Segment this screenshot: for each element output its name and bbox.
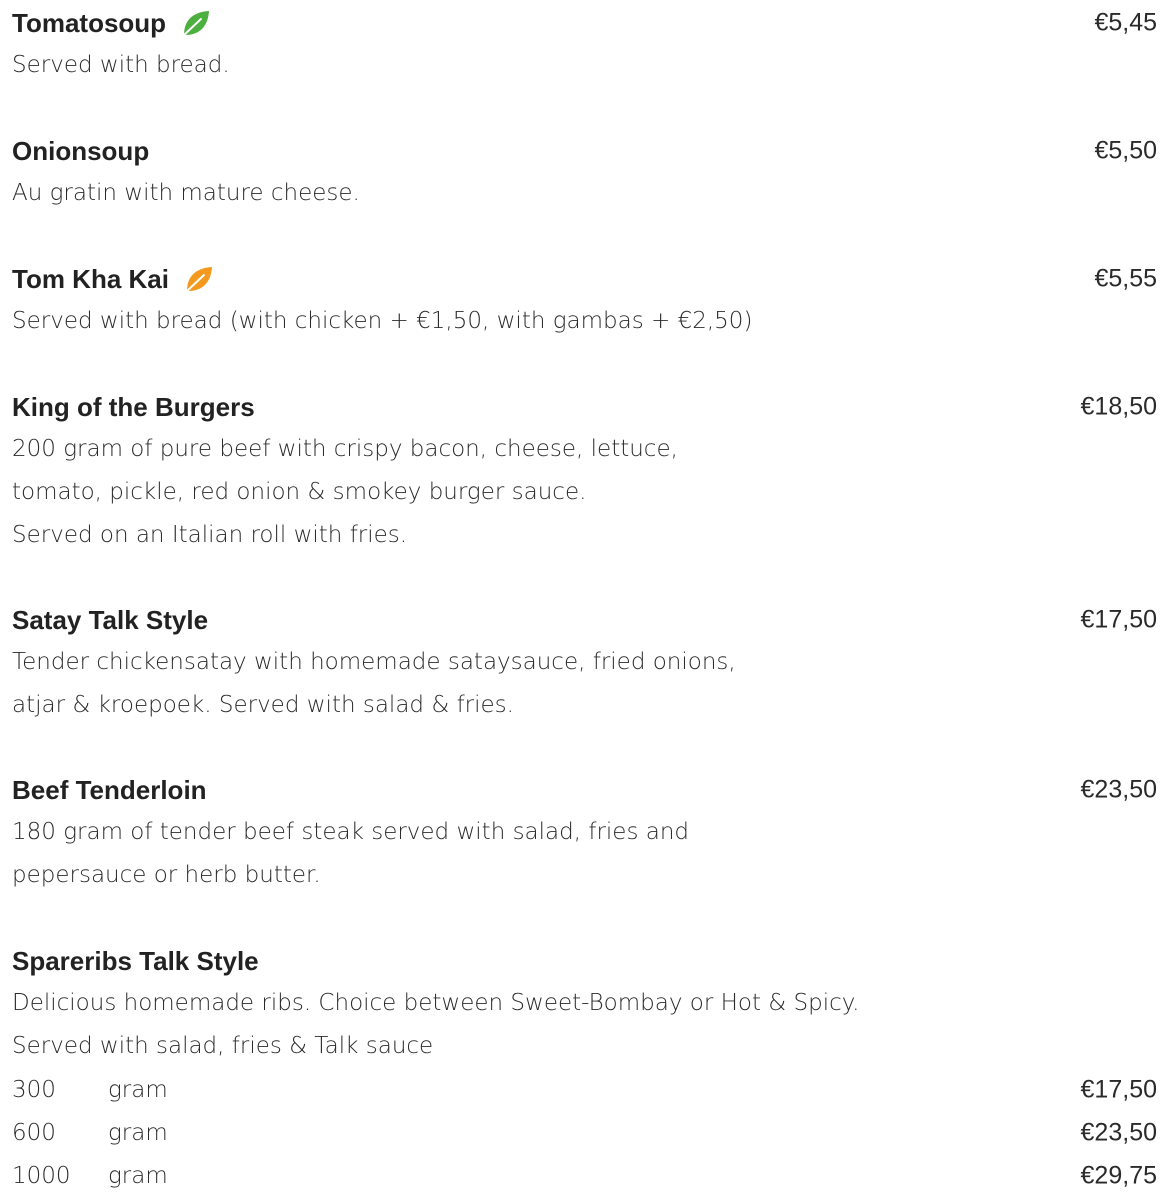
menu-item-description-line: Served on an Italian roll with fries. [12,522,408,548]
menu-item-title: King of the Burgers [12,391,255,422]
menu-item-header: Spareribs Talk Style [12,939,1157,982]
portion-option: 1000 gram €29,75 [12,1154,1157,1197]
spicy-leaf-icon [183,263,215,295]
menu-item-king-of-the-burgers: King of the Burgers €18,50 200 gram of p… [12,385,1157,557]
portion-option: 600 gram €23,50 [12,1111,1157,1154]
portion-amount: 300 [12,1076,56,1103]
menu-item-description-line: Tender chickensatay with homemade satays… [12,649,736,675]
menu-item-description-line: 200 gram of pure beef with crispy bacon,… [12,436,678,462]
menu-item-header: King of the Burgers €18,50 [12,385,1157,428]
menu-item-tom-kha-kai: Tom Kha Kai €5,55 Served with bread (wit… [12,257,1157,343]
menu-item-price: €5,55 [1094,264,1157,292]
portion-unit: gram [108,1076,168,1103]
menu-item-header: Tomatosoup €5,45 [12,1,1157,44]
portion-price: €29,75 [1080,1161,1157,1189]
menu-item-price: €5,45 [1094,8,1157,36]
menu-item-title: Tom Kha Kai [12,263,169,294]
menu-item-tomatosoup: Tomatosoup €5,45 Served with bread. [12,1,1157,87]
menu-item-description-line: 180 gram of tender beef steak served wit… [12,819,690,845]
menu-item-title: Beef Tenderloin [12,774,207,805]
menu-item-price: €17,50 [1080,605,1157,633]
menu-item-description: Served with bread. [12,52,230,78]
menu-item-description-line: Delicious homemade ribs. Choice between … [12,990,860,1016]
portion-price: €23,50 [1080,1118,1157,1146]
menu-item-title: Tomatosoup [12,7,167,38]
menu-item-price: €23,50 [1080,775,1157,803]
menu-item-header: Onionsoup €5,50 [12,129,1157,172]
portion-amount: 600 [12,1119,56,1146]
menu-item-title: Onionsoup [12,135,150,166]
vegetarian-leaf-icon [180,7,212,39]
portion-unit: gram [108,1119,168,1146]
menu-item-description: Served with bread (with chicken + €1,50,… [12,308,753,334]
menu-item-description-line: tomato, pickle, red onion & smokey burge… [12,479,587,505]
portion-options: 300 gram €17,50 600 gram €23,50 1000 gra… [12,1068,1157,1197]
menu-item-spareribs-talk-style: Spareribs Talk Style Delicious homemade … [12,939,1157,1197]
portion-unit: gram [108,1162,168,1189]
menu-item-description-line: Served with salad, fries & Talk sauce [12,1033,434,1059]
portion-option: 300 gram €17,50 [12,1068,1157,1111]
menu-item-title: Spareribs Talk Style [12,945,259,976]
menu-item-description-line: pepersauce or herb butter. [12,862,321,888]
menu-item-description: Au gratin with mature cheese. [12,180,360,206]
menu-item-price: €5,50 [1094,136,1157,164]
menu-item-title: Satay Talk Style [12,604,209,635]
menu-item-price: €18,50 [1080,392,1157,420]
menu-item-header: Satay Talk Style €17,50 [12,598,1157,641]
menu-item-header: Beef Tenderloin €23,50 [12,768,1157,811]
portion-price: €17,50 [1080,1075,1157,1103]
portion-amount: 1000 [12,1162,71,1189]
menu-item-description-line: atjar & kroepoek. Served with salad & fr… [12,692,514,718]
menu-item-onionsoup: Onionsoup €5,50 Au gratin with mature ch… [12,129,1157,215]
menu-item-beef-tenderloin: Beef Tenderloin €23,50 180 gram of tende… [12,768,1157,897]
menu-item-satay-talk-style: Satay Talk Style €17,50 Tender chickensa… [12,598,1157,727]
menu-item-header: Tom Kha Kai €5,55 [12,257,1157,300]
